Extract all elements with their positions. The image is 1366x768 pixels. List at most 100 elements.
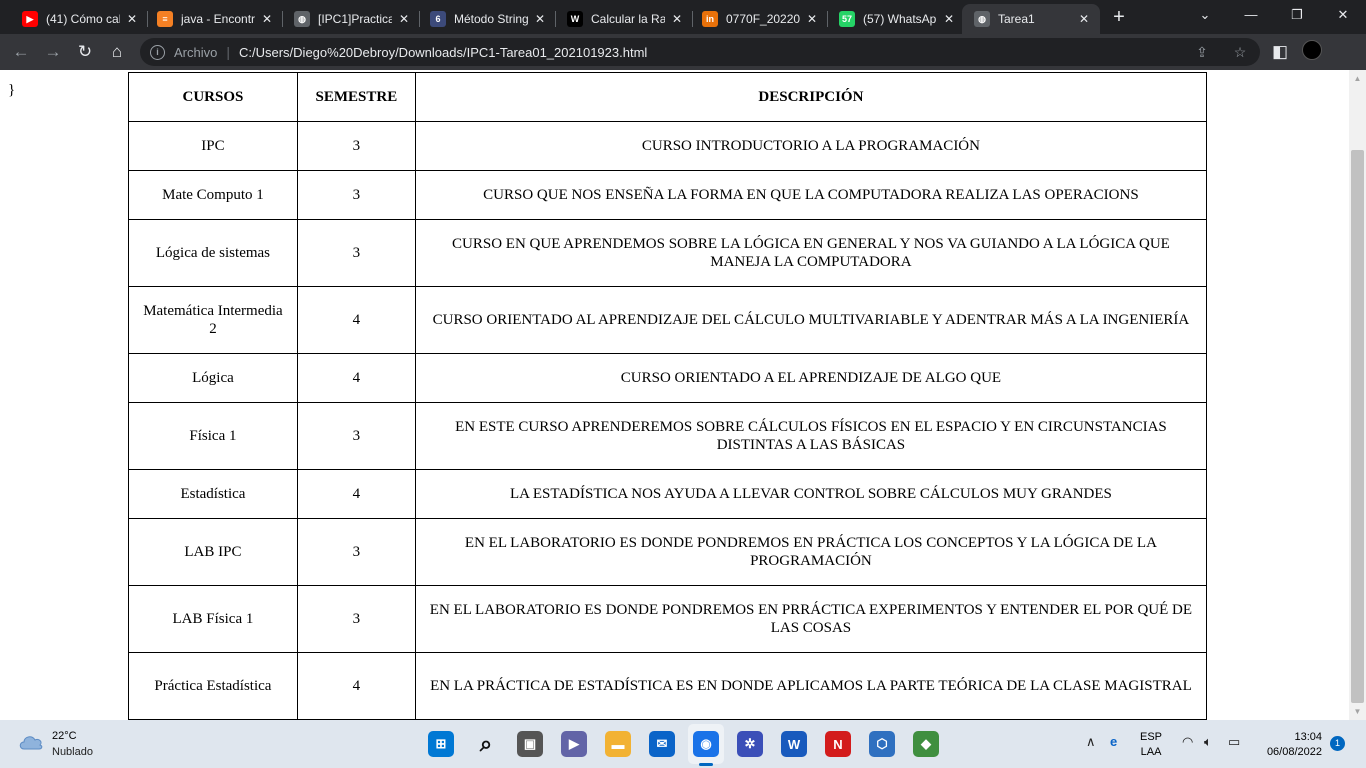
cell-curso: Lógica de sistemas bbox=[128, 219, 298, 287]
close-tab-icon[interactable]: ✕ bbox=[259, 11, 275, 27]
url-scheme: Archivo bbox=[174, 44, 218, 60]
close-tab-icon[interactable]: ✕ bbox=[396, 11, 412, 27]
cell-descripcion: EN EL LABORATORIO ES DONDE PONDREMOS EN … bbox=[414, 585, 1208, 653]
back-icon[interactable]: ← bbox=[9, 40, 33, 64]
search-icon[interactable]: ⌕ bbox=[473, 731, 499, 757]
weather-temperature[interactable]: 22°C bbox=[52, 730, 77, 742]
browser-tab[interactable]: ▶ (41) Cómo calcular ✕ bbox=[10, 4, 148, 34]
browser-tab[interactable]: W Calcular la Raíz ✕ bbox=[555, 4, 693, 34]
scrollbar-thumb[interactable] bbox=[1351, 150, 1364, 703]
windows-start-icon[interactable]: ⊞ bbox=[428, 731, 454, 757]
close-tab-icon[interactable]: ✕ bbox=[941, 11, 957, 27]
cell-curso: Matemática Intermedia 2 bbox=[128, 286, 298, 354]
cell-descripcion: CURSO ORIENTADO A EL APRENDIZAJE DE ALGO… bbox=[414, 353, 1208, 403]
virtualbox-icon[interactable]: ⬡ bbox=[869, 731, 895, 757]
address-bar[interactable]: i Archivo | C:/Users/Diego%20Debroy/Down… bbox=[140, 38, 1260, 66]
tray-app-icon[interactable]: e bbox=[1110, 734, 1117, 749]
profile-avatar[interactable] bbox=[1302, 40, 1322, 60]
cell-descripcion: CURSO QUE NOS ENSEÑA LA FORMA EN QUE LA … bbox=[414, 170, 1208, 220]
tray-chevron-icon[interactable]: ∧ bbox=[1086, 734, 1096, 750]
side-panel-icon[interactable]: ◧ bbox=[1268, 40, 1292, 64]
cell-semestre: 3 bbox=[296, 402, 416, 470]
wikihow-icon: W bbox=[567, 11, 583, 27]
browser-tab[interactable]: 57 (57) WhatsApp ✕ bbox=[827, 4, 965, 34]
table-row: Física 1 3 EN ESTE CURSO APRENDEREMOS SOBR… bbox=[128, 402, 1208, 470]
minimize-icon[interactable]: — bbox=[1228, 0, 1274, 30]
close-tab-icon[interactable]: ✕ bbox=[124, 11, 140, 27]
wifi-icon[interactable]: ◠ bbox=[1182, 734, 1193, 750]
mail-icon[interactable]: ✉ bbox=[649, 731, 675, 757]
bookmark-star-icon[interactable]: ☆ bbox=[1230, 42, 1250, 62]
tab-title: (41) Cómo calcular bbox=[46, 12, 120, 26]
site-info-icon[interactable]: i bbox=[150, 44, 165, 60]
help-icon: 6 bbox=[430, 11, 446, 27]
scroll-down-icon[interactable]: ▼ bbox=[1349, 703, 1366, 720]
youtube-icon: ▶ bbox=[22, 11, 38, 27]
tab-title: (57) WhatsApp bbox=[863, 12, 937, 26]
courses-table: CURSOS SEMESTRE DESCRIPCIÓN IPC 3 CURSO IN… bbox=[128, 72, 1208, 720]
chrome-icon[interactable]: ◉ bbox=[693, 731, 719, 757]
active-app-indicator bbox=[699, 763, 713, 766]
cell-semestre: 3 bbox=[296, 219, 416, 287]
tab-title: Método String bbox=[454, 12, 528, 26]
volume-icon[interactable]: 🔈︎ bbox=[1204, 734, 1212, 750]
home-icon[interactable]: ⌂ bbox=[105, 40, 129, 64]
browser-tab[interactable]: 6 Método String ✕ bbox=[418, 4, 556, 34]
vertical-scrollbar[interactable]: ▲ ▼ bbox=[1349, 70, 1366, 720]
table-row: LAB Física 1 3 EN EL LABORATORIO ES DONDE … bbox=[128, 585, 1208, 653]
browser-tab[interactable]: ◍ Tarea1 ✕ bbox=[962, 4, 1100, 34]
notification-badge[interactable]: 1 bbox=[1330, 736, 1345, 751]
close-tab-icon[interactable]: ✕ bbox=[532, 11, 548, 27]
close-window-icon[interactable]: ✕ bbox=[1320, 0, 1366, 30]
close-tab-icon[interactable]: ✕ bbox=[669, 11, 685, 27]
tab-search-icon[interactable]: ⌄ bbox=[1182, 0, 1228, 30]
cell-curso: IPC bbox=[128, 121, 298, 171]
tab-title: 0770F_20220 bbox=[726, 12, 800, 26]
forward-icon[interactable]: → bbox=[41, 40, 65, 64]
url-text[interactable]: C:/Users/Diego%20Debroy/Downloads/IPC1-T… bbox=[239, 45, 647, 60]
battery-icon[interactable]: ▭ bbox=[1228, 734, 1240, 750]
weather-description[interactable]: Nublado bbox=[52, 746, 93, 758]
language-indicator[interactable]: ESP LAA bbox=[1140, 730, 1162, 760]
cell-descripcion: LA ESTADÍSTICA NOS AYUDA A LLEVAR CONTRO… bbox=[414, 469, 1208, 519]
cell-curso: LAB Física 1 bbox=[128, 585, 298, 653]
cell-semestre: 4 bbox=[296, 652, 416, 720]
whatsapp-icon: 57 bbox=[839, 11, 855, 27]
system-clock[interactable]: 13:04 06/08/2022 bbox=[1260, 730, 1322, 760]
table-row: Práctica Estadística 4 EN LA PRÁCTICA DE E… bbox=[128, 652, 1208, 720]
page-viewport: } CURSOS SEMESTRE DESCRIPCIÓN IPC 3 CURSO … bbox=[0, 70, 1366, 720]
task-view-icon[interactable]: ▣ bbox=[517, 731, 543, 757]
table-row: Lógica de sistemas 3 CURSO EN QUE APRENDEM… bbox=[128, 219, 1208, 287]
browser-tab[interactable]: ≡ java - Encontrar ✕ bbox=[145, 4, 283, 34]
tab-title: Calcular la Raíz bbox=[591, 12, 665, 26]
reload-icon[interactable]: ↻ bbox=[73, 40, 97, 64]
cell-semestre: 4 bbox=[296, 353, 416, 403]
app-icon[interactable]: N bbox=[825, 731, 851, 757]
cell-descripcion: EN ESTE CURSO APRENDEREMOS SOBRE CÁLCULO… bbox=[414, 402, 1208, 470]
document-icon: in bbox=[702, 11, 718, 27]
word-icon[interactable]: W bbox=[781, 731, 807, 757]
tab-title: [IPC1]Practica bbox=[318, 12, 392, 26]
teams-chat-icon[interactable]: ▶ bbox=[561, 731, 587, 757]
file-explorer-icon[interactable]: ▬ bbox=[605, 731, 631, 757]
cloud-icon[interactable] bbox=[18, 732, 44, 750]
git-icon[interactable]: ◆ bbox=[913, 731, 939, 757]
scroll-up-icon[interactable]: ▲ bbox=[1349, 70, 1366, 87]
restore-icon[interactable]: ❐ bbox=[1274, 0, 1320, 30]
cell-descripcion: CURSO INTRODUCTORIO A LA PROGRAMACIÓN bbox=[414, 121, 1208, 171]
share-icon[interactable]: ⇪ bbox=[1192, 42, 1212, 62]
new-tab-icon[interactable]: + bbox=[1108, 6, 1130, 28]
tab-title: java - Encontrar bbox=[181, 12, 255, 26]
cell-curso: Lógica bbox=[128, 353, 298, 403]
close-tab-icon[interactable]: ✕ bbox=[1076, 11, 1092, 27]
stackoverflow-icon: ≡ bbox=[157, 11, 173, 27]
language-code: ESP bbox=[1140, 731, 1163, 743]
windows-taskbar: 22°C Nublado ∧ e ESP LAA ◠ 🔈︎ ▭ 13:04 06… bbox=[0, 720, 1366, 768]
cell-curso: Práctica Estadística bbox=[128, 652, 298, 720]
close-tab-icon[interactable]: ✕ bbox=[804, 11, 820, 27]
browser-tab[interactable]: ◍ [IPC1]Practica ✕ bbox=[282, 4, 420, 34]
network-app-icon[interactable]: ✲ bbox=[737, 731, 763, 757]
header-cursos: CURSOS bbox=[128, 72, 298, 122]
browser-tab[interactable]: in 0770F_20220 ✕ bbox=[690, 4, 828, 34]
table-row: IPC 3 CURSO INTRODUCTORIO A LA PROGRAMACIÓ… bbox=[128, 121, 1208, 171]
